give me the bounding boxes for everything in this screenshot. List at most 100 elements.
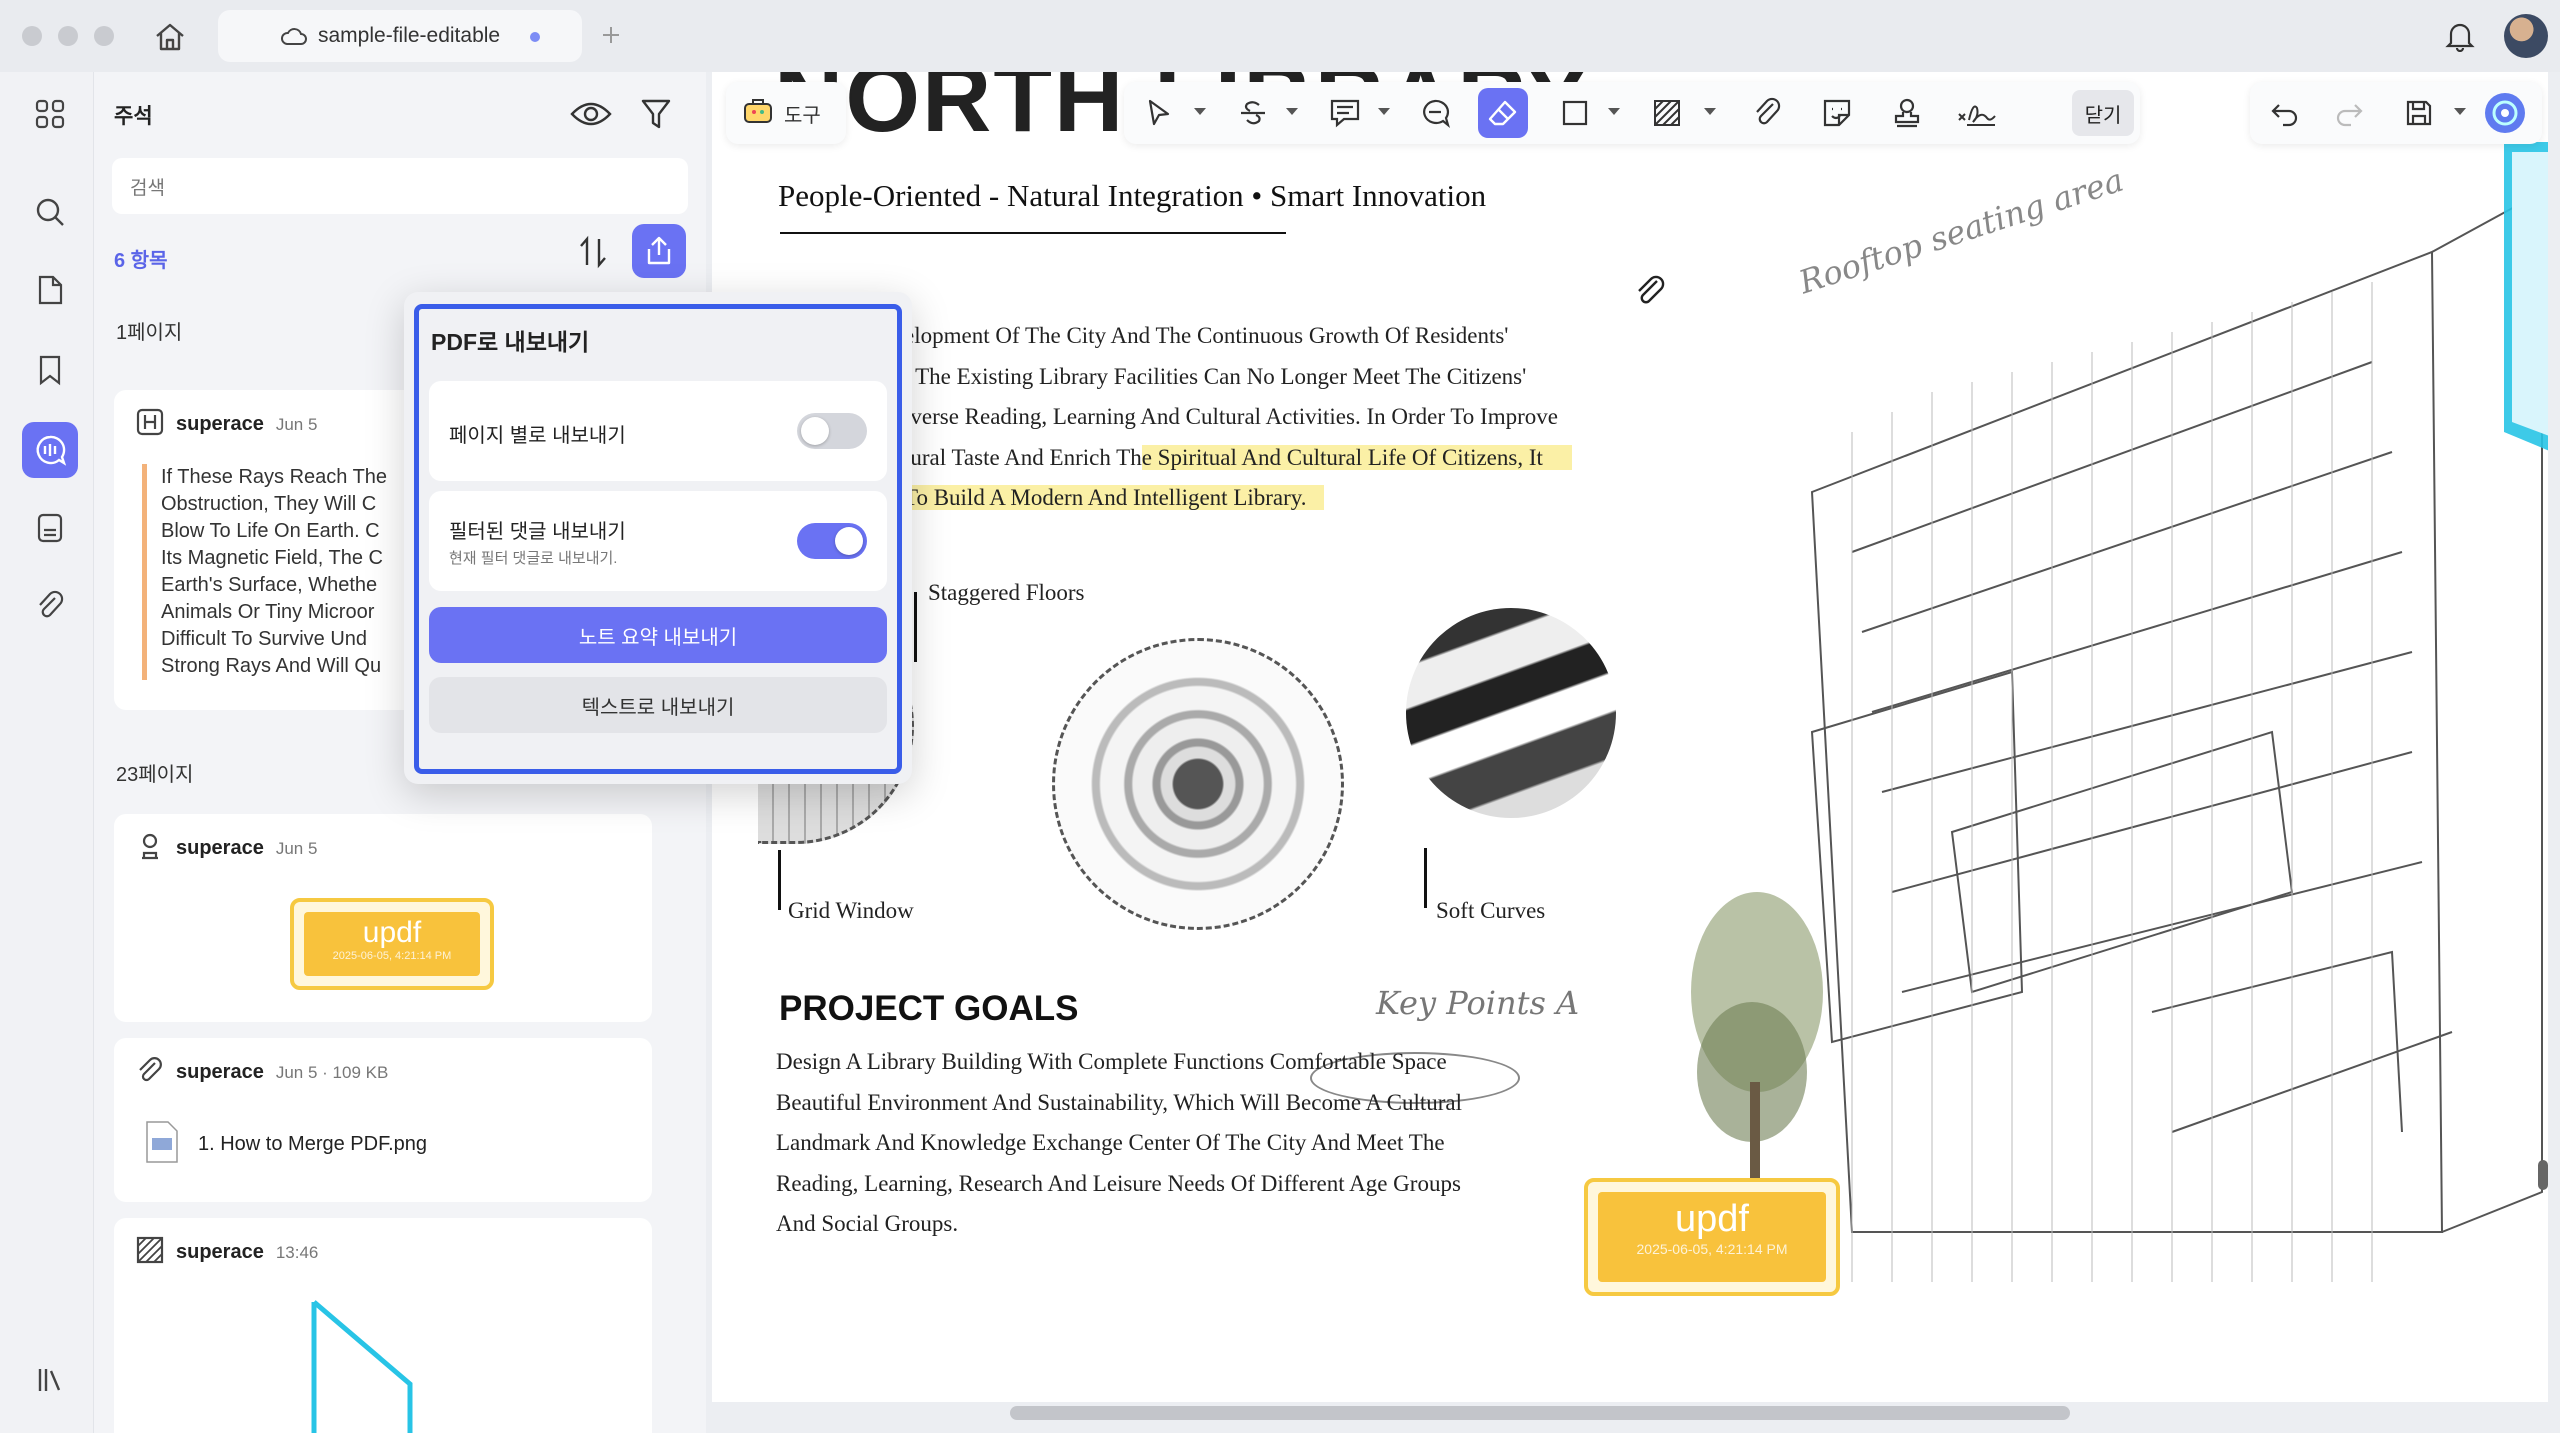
sort-icon[interactable] xyxy=(576,234,610,270)
export-popup: PDF로 내보내기 페이지 별로 내보내기 필터된 댓글 내보내기 현재 필터 … xyxy=(404,292,912,784)
undo-icon[interactable] xyxy=(2260,88,2310,138)
zoom-window-button[interactable] xyxy=(94,26,114,46)
export-as-text-button[interactable]: 텍스트로 내보내기 xyxy=(429,677,887,733)
eraser-icon[interactable] xyxy=(1478,88,1528,138)
note-icon[interactable] xyxy=(1320,88,1370,138)
staggered-floors-photo xyxy=(1052,638,1344,930)
comment-date: Jun 5 xyxy=(275,838,318,858)
tab-title: sample-file-editable xyxy=(318,24,501,47)
tree-illustration xyxy=(1691,892,1823,1182)
stamp-preview: updf 2025-06-05, 4:21:14 PM xyxy=(290,898,494,990)
unsaved-dot xyxy=(530,32,540,42)
export-per-page-option: 페이지 별로 내보내기 xyxy=(429,381,887,481)
select-icon[interactable] xyxy=(1134,88,1184,138)
attachment-icon[interactable] xyxy=(1742,88,1792,138)
vertical-scroll-thumb[interactable] xyxy=(2538,1160,2548,1190)
eye-icon[interactable] xyxy=(570,96,612,132)
text-highlight[interactable]: To Build A Modern And Intelligent Librar… xyxy=(904,485,1307,510)
tools-toolbar[interactable]: 도구 xyxy=(726,82,846,144)
intro-paragraph: elopment Of The City And The Continuous … xyxy=(904,316,1572,519)
chevron-down-icon[interactable] xyxy=(1608,108,1620,115)
stamp-icon[interactable] xyxy=(1882,88,1932,138)
title-bar: sample-file-editable xyxy=(0,0,2560,72)
chevron-down-icon[interactable] xyxy=(1378,108,1390,115)
save-icon[interactable] xyxy=(2394,88,2444,138)
edit-toolbar xyxy=(2250,82,2542,144)
attachment-file-name: 1. How to Merge PDF.png xyxy=(198,1133,427,1155)
caption-staggered-floors: Staggered Floors xyxy=(928,580,1085,605)
page-group-label: 23페이지 xyxy=(116,764,194,786)
option-label: 필터된 댓글 내보내기 xyxy=(449,521,626,543)
plus-icon[interactable] xyxy=(598,22,624,48)
export-per-page-toggle[interactable] xyxy=(797,413,867,449)
filter-icon[interactable] xyxy=(638,96,674,132)
strikethrough-icon[interactable] xyxy=(1228,88,1278,138)
document-tab[interactable]: sample-file-editable xyxy=(218,10,582,62)
search-placeholder: 검색 xyxy=(130,177,165,199)
share-icon[interactable] xyxy=(632,224,686,278)
home-icon[interactable] xyxy=(150,18,190,56)
chevron-down-icon[interactable] xyxy=(1194,108,1206,115)
sticker-icon[interactable] xyxy=(1812,88,1862,138)
png-file-icon xyxy=(144,1120,180,1169)
option-description: 현재 필터 댓글로 내보내기. xyxy=(449,550,618,567)
caption-grid-window: Grid Window xyxy=(788,898,914,923)
comment-card[interactable]: superace 13:46 xyxy=(114,1218,652,1433)
document-viewport: NORTH LIBRARY People-Oriented - Natural … xyxy=(706,72,2560,1433)
doc-icon[interactable] xyxy=(22,500,78,556)
comment-card[interactable]: superace Jun 5 updf 2025-06-05, 4:21:14 … xyxy=(114,814,652,1022)
search-icon[interactable] xyxy=(22,184,78,240)
option-label: 페이지 별로 내보내기 xyxy=(449,425,626,447)
highlight-icon xyxy=(136,408,164,441)
search-input[interactable]: 검색 xyxy=(112,158,688,214)
toolbox-icon xyxy=(742,95,774,131)
caption-leader xyxy=(1424,848,1427,908)
redo-icon[interactable] xyxy=(2324,88,2374,138)
comment-author: superace xyxy=(176,1061,264,1083)
panel-title: 주석 xyxy=(114,105,153,128)
bell-icon[interactable] xyxy=(2442,18,2478,54)
goals-paragraph: Design A Library Building With Complete … xyxy=(776,1049,1463,1236)
paperclip-icon[interactable] xyxy=(1632,272,1668,312)
paperclip-icon[interactable] xyxy=(22,578,78,634)
caption-leader xyxy=(914,592,917,662)
close-window-button[interactable] xyxy=(22,26,42,46)
comment-date: 13:46 xyxy=(275,1242,319,1262)
building-sketch xyxy=(1810,142,2548,1282)
handwritten-note: Key Points A xyxy=(1376,984,1580,1022)
stamp-icon xyxy=(136,832,164,865)
library-icon[interactable] xyxy=(22,1352,78,1408)
export-note-summary-button[interactable]: 노트 요약 내보내기 xyxy=(429,607,887,663)
text-highlight[interactable]: e Spiritual And Cultural Life Of Citizen… xyxy=(1141,444,1543,470)
grid-icon[interactable] xyxy=(22,86,78,142)
pdf-page: NORTH LIBRARY People-Oriented - Natural … xyxy=(712,72,2548,1402)
page-group-label: 1페이지 xyxy=(116,322,183,344)
comment-icon[interactable] xyxy=(22,422,78,478)
tools-label: 도구 xyxy=(784,104,821,127)
rectangle-icon[interactable] xyxy=(1550,88,1600,138)
signature-icon[interactable] xyxy=(1952,88,2002,138)
area-hatch-icon[interactable] xyxy=(1642,88,1692,138)
page-icon[interactable] xyxy=(22,262,78,318)
page-stamp[interactable]: updf 2025-06-05, 4:21:14 PM xyxy=(1584,1178,1840,1296)
comment-author: superace xyxy=(176,1241,264,1263)
comment-bubble-icon[interactable] xyxy=(1410,88,1460,138)
minimize-window-button[interactable] xyxy=(58,26,78,46)
item-count: 6 항목 xyxy=(114,250,168,272)
cloud-icon xyxy=(280,26,308,46)
chevron-down-icon[interactable] xyxy=(1286,108,1298,115)
annotation-toolbar: 닫기 xyxy=(1124,82,2140,144)
bookmark-icon[interactable] xyxy=(22,342,78,398)
comment-card[interactable]: superace Jun 5 · 109 KB 1. How to Merge … xyxy=(114,1038,652,1202)
export-dialog: PDF로 내보내기 페이지 별로 내보내기 필터된 댓글 내보내기 현재 필터 … xyxy=(414,304,902,774)
close-toolbar-button[interactable]: 닫기 xyxy=(2072,90,2134,136)
page-subtitle: People-Oriented - Natural Integration • … xyxy=(778,178,1487,213)
ai-assistant-icon[interactable] xyxy=(2480,88,2530,138)
chevron-down-icon[interactable] xyxy=(2454,108,2466,115)
chevron-down-icon[interactable] xyxy=(1704,108,1716,115)
avatar[interactable] xyxy=(2504,14,2548,58)
horizontal-scrollbar[interactable] xyxy=(1010,1406,2070,1420)
comment-author: superace xyxy=(176,837,264,859)
project-goals-title: PROJECT GOALS xyxy=(779,989,1079,1028)
export-filtered-toggle[interactable] xyxy=(797,523,867,559)
